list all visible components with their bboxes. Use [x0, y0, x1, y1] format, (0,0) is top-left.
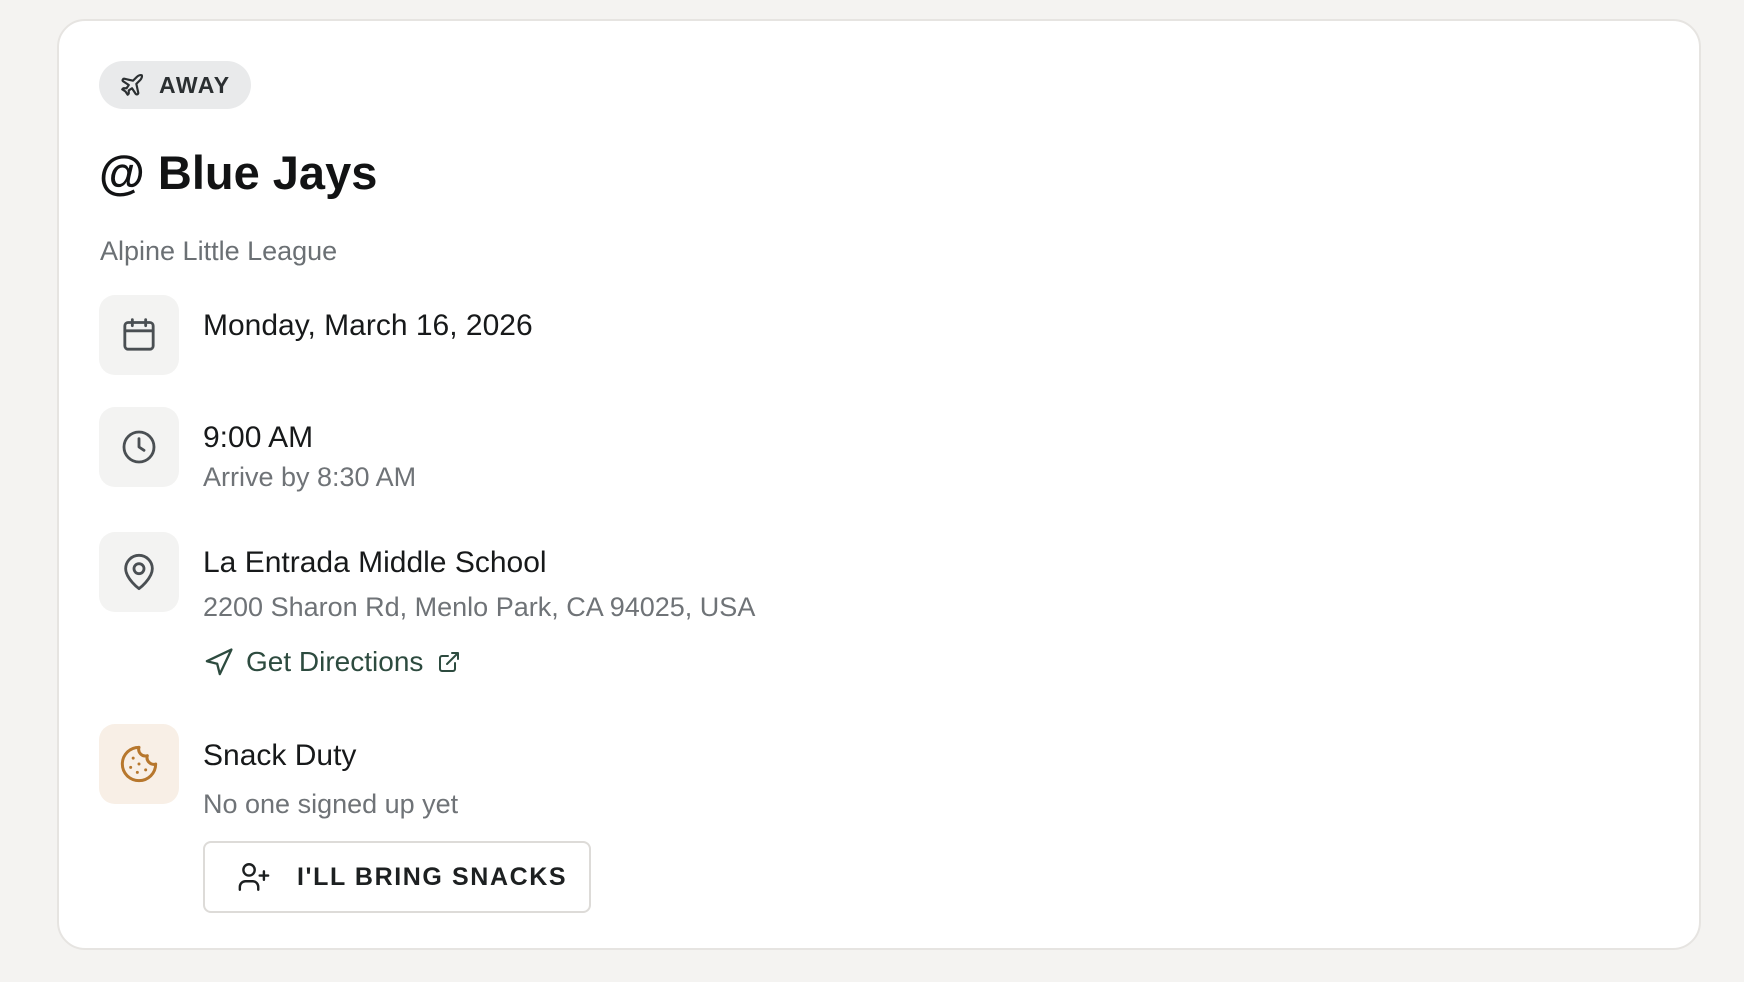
- calendar-icon: [119, 315, 159, 355]
- plane-icon: [119, 72, 145, 98]
- snack-row: Snack Duty No one signed up yet: [203, 738, 458, 820]
- snack-duty-status: No one signed up yet: [203, 789, 459, 819]
- event-title: @ Blue Jays: [99, 146, 378, 199]
- event-card: AWAY @ Blue Jays Alpine Little League Mo…: [57, 19, 1701, 950]
- clock-icon: [119, 427, 159, 467]
- time-row: 9:00 AM Arrive by 8:30 AM: [203, 420, 416, 493]
- get-directions-label: Get Directions: [246, 646, 424, 677]
- location-row: La Entrada Middle School 2200 Sharon Rd,…: [203, 545, 755, 623]
- location-icon-tile: [99, 532, 179, 612]
- navigation-icon: [203, 647, 234, 678]
- snack-icon-tile: [99, 724, 179, 804]
- user-plus-icon: [237, 860, 271, 894]
- date-row: Monday, March 16, 2026: [203, 308, 533, 344]
- map-pin-icon: [119, 552, 159, 592]
- date-icon-tile: [99, 295, 179, 375]
- league-name: Alpine Little League: [100, 236, 338, 266]
- location-name: La Entrada Middle School: [203, 546, 547, 579]
- snack-duty-title: Snack Duty: [203, 739, 357, 772]
- cookie-icon: [119, 744, 159, 784]
- badge-label: AWAY: [159, 71, 231, 98]
- away-badge: AWAY: [99, 61, 251, 109]
- bring-snacks-label: I'LL BRING SNACKS: [297, 862, 568, 891]
- bring-snacks-button[interactable]: I'LL BRING SNACKS: [203, 841, 591, 913]
- event-time: 9:00 AM: [203, 421, 314, 454]
- external-link-icon: [435, 650, 461, 674]
- location-address: 2200 Sharon Rd, Menlo Park, CA 94025, US…: [203, 592, 756, 622]
- get-directions-link[interactable]: Get Directions: [203, 646, 461, 678]
- arrival-time: Arrive by 8:30 AM: [203, 462, 417, 492]
- time-icon-tile: [99, 407, 179, 487]
- event-date: Monday, March 16, 2026: [203, 309, 533, 342]
